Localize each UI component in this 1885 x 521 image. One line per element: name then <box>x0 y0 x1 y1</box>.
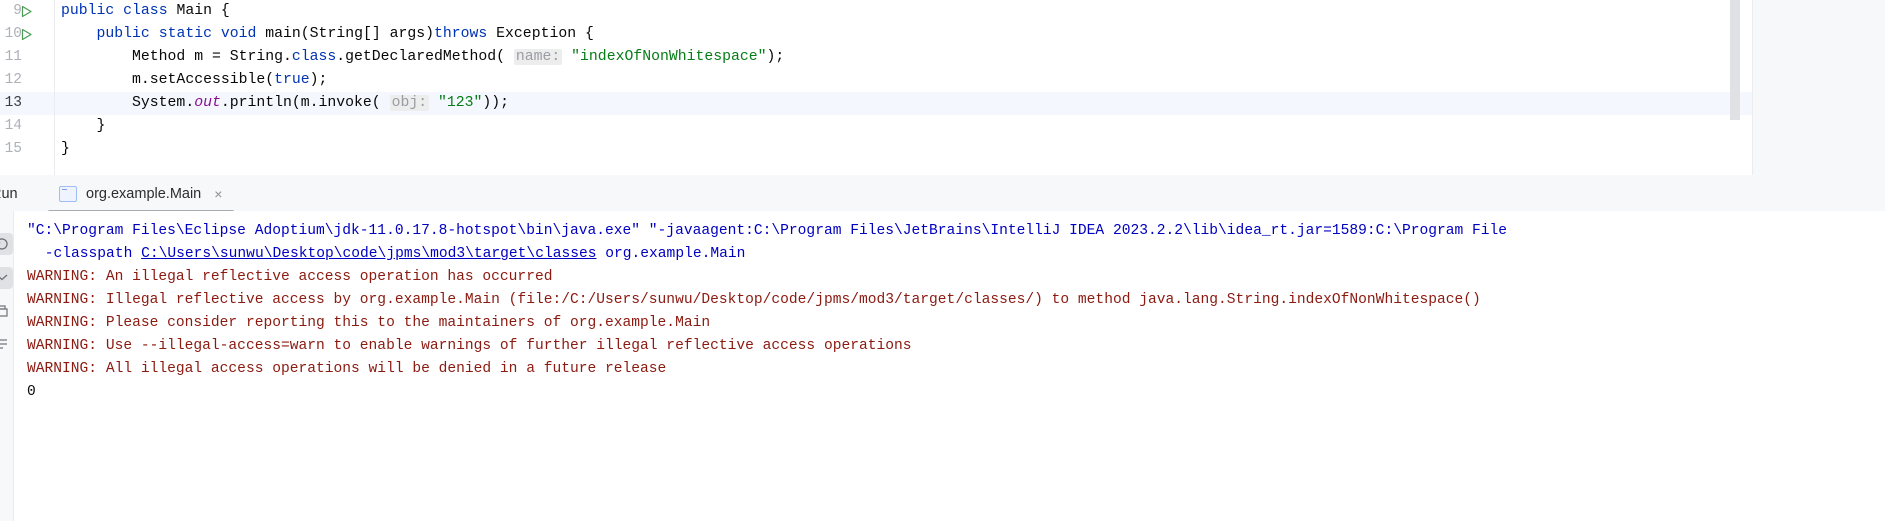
line-gutter[interactable]: 10 <box>0 23 55 46</box>
code-text: System.out.println(m.invoke( obj: "123")… <box>61 92 509 115</box>
code-token: ); <box>766 49 785 65</box>
run-configuration-tab[interactable]: org.example.Main × <box>45 175 235 213</box>
code-token: static <box>158 26 221 42</box>
code-token: .println(m.invoke( <box>220 95 390 111</box>
code-token: public <box>61 3 124 19</box>
rerun-icon[interactable] <box>0 233 13 255</box>
line-number: 12 <box>4 72 22 88</box>
code-token: Method m = String. <box>61 49 292 65</box>
print-icon[interactable] <box>0 301 13 323</box>
code-token: name: <box>513 49 563 65</box>
code-editor[interactable]: 9 public class Main {10 public static voi… <box>0 0 1753 175</box>
code-line[interactable]: 15} <box>0 138 1752 161</box>
line-number: 11 <box>4 49 22 65</box>
code-token: m.setAccessible( <box>61 72 275 88</box>
code-token: "indexOfNonWhitespace" <box>571 49 767 65</box>
run-configuration-icon <box>59 186 77 202</box>
code-token: true <box>274 72 310 88</box>
code-token: obj: <box>389 95 430 111</box>
code-text: public class Main { <box>61 0 230 23</box>
console-line: -classpath C:\Users\sunwu\Desktop\code\j… <box>14 243 1885 266</box>
ide-window: 9 public class Main {10 public static voi… <box>0 0 1885 521</box>
run-tool-window: Run org.example.Main × <box>0 175 1885 521</box>
console-side-toolbar <box>0 211 13 521</box>
code-line[interactable]: 10 public static void main(String[] args… <box>0 23 1752 46</box>
gutter-separator <box>54 0 55 175</box>
code-line[interactable]: 12 m.setAccessible(true); <box>0 69 1752 92</box>
console-classpath-link[interactable]: C:\Users\sunwu\Desktop\code\jpms\mod3\ta… <box>141 246 596 262</box>
line-gutter[interactable]: 12 <box>0 69 55 92</box>
code-line[interactable]: 9 public class Main { <box>0 0 1752 23</box>
code-token: out <box>194 95 221 111</box>
code-token: Exception { <box>496 26 594 42</box>
code-line[interactable]: 14 } <box>0 115 1752 138</box>
code-token: public <box>96 26 159 42</box>
console-output[interactable]: "C:\Program Files\Eclipse Adoptium\jdk-1… <box>13 211 1885 521</box>
line-gutter[interactable]: 15 <box>0 138 55 161</box>
code-token: System. <box>61 95 195 111</box>
code-token: } <box>61 141 70 157</box>
close-icon[interactable]: × <box>214 187 222 201</box>
scroll-to-end-icon[interactable] <box>0 267 13 289</box>
code-line[interactable]: 11 Method m = String.class.getDeclaredMe… <box>0 46 1752 69</box>
console-line: WARNING: An illegal reflective access op… <box>27 269 553 285</box>
console-line: WARNING: Illegal reflective access by or… <box>27 292 1481 308</box>
console-line: WARNING: Please consider reporting this … <box>27 315 711 331</box>
code-token: } <box>61 118 106 134</box>
soft-wrap-icon[interactable] <box>0 333 13 355</box>
code-text: public static void main(String[] args)th… <box>61 23 594 46</box>
code-token: Main { <box>176 3 230 19</box>
editor-vertical-scrollbar[interactable] <box>1730 0 1740 120</box>
code-token: class <box>291 49 337 65</box>
console-line: 0 <box>27 384 36 400</box>
code-token: "123" <box>437 95 483 111</box>
line-gutter[interactable]: 13 <box>0 92 55 115</box>
code-text: Method m = String.class.getDeclaredMetho… <box>61 46 784 69</box>
code-token: )); <box>482 95 510 111</box>
line-number: 15 <box>4 141 22 157</box>
run-tool-window-title: Run <box>0 186 18 202</box>
run-tool-window-header: Run org.example.Main × <box>0 175 1885 213</box>
line-number: 14 <box>4 118 22 134</box>
code-text: } <box>61 115 106 138</box>
code-text: m.setAccessible(true); <box>61 69 327 92</box>
line-gutter[interactable]: 11 <box>0 46 55 69</box>
run-configuration-tab-label: org.example.Main <box>86 186 202 202</box>
code-token: main(String[] args) <box>265 26 434 42</box>
code-text: } <box>61 138 70 161</box>
line-gutter[interactable]: 9 <box>0 0 55 23</box>
console-line: WARNING: Use --illegal-access=warn to en… <box>27 338 912 354</box>
console-text: org.example.Main <box>596 246 746 262</box>
code-lines: 9 public class Main {10 public static voi… <box>0 0 1752 161</box>
code-token: .getDeclaredMethod( <box>336 49 514 65</box>
run-gutter-icon[interactable] <box>20 28 33 41</box>
code-token: throws <box>434 26 497 42</box>
code-token: void <box>220 26 266 42</box>
console-line: WARNING: All illegal access operations w… <box>27 361 667 377</box>
code-token: class <box>123 3 177 19</box>
line-gutter[interactable]: 14 <box>0 115 55 138</box>
run-gutter-icon[interactable] <box>20 5 33 18</box>
console-text: -classpath <box>36 246 142 262</box>
code-line[interactable]: 13 System.out.println(m.invoke( obj: "12… <box>0 92 1752 115</box>
code-token: ); <box>309 72 328 88</box>
console-line: "C:\Program Files\Eclipse Adoptium\jdk-1… <box>27 223 1508 239</box>
line-number: 13 <box>4 95 22 111</box>
